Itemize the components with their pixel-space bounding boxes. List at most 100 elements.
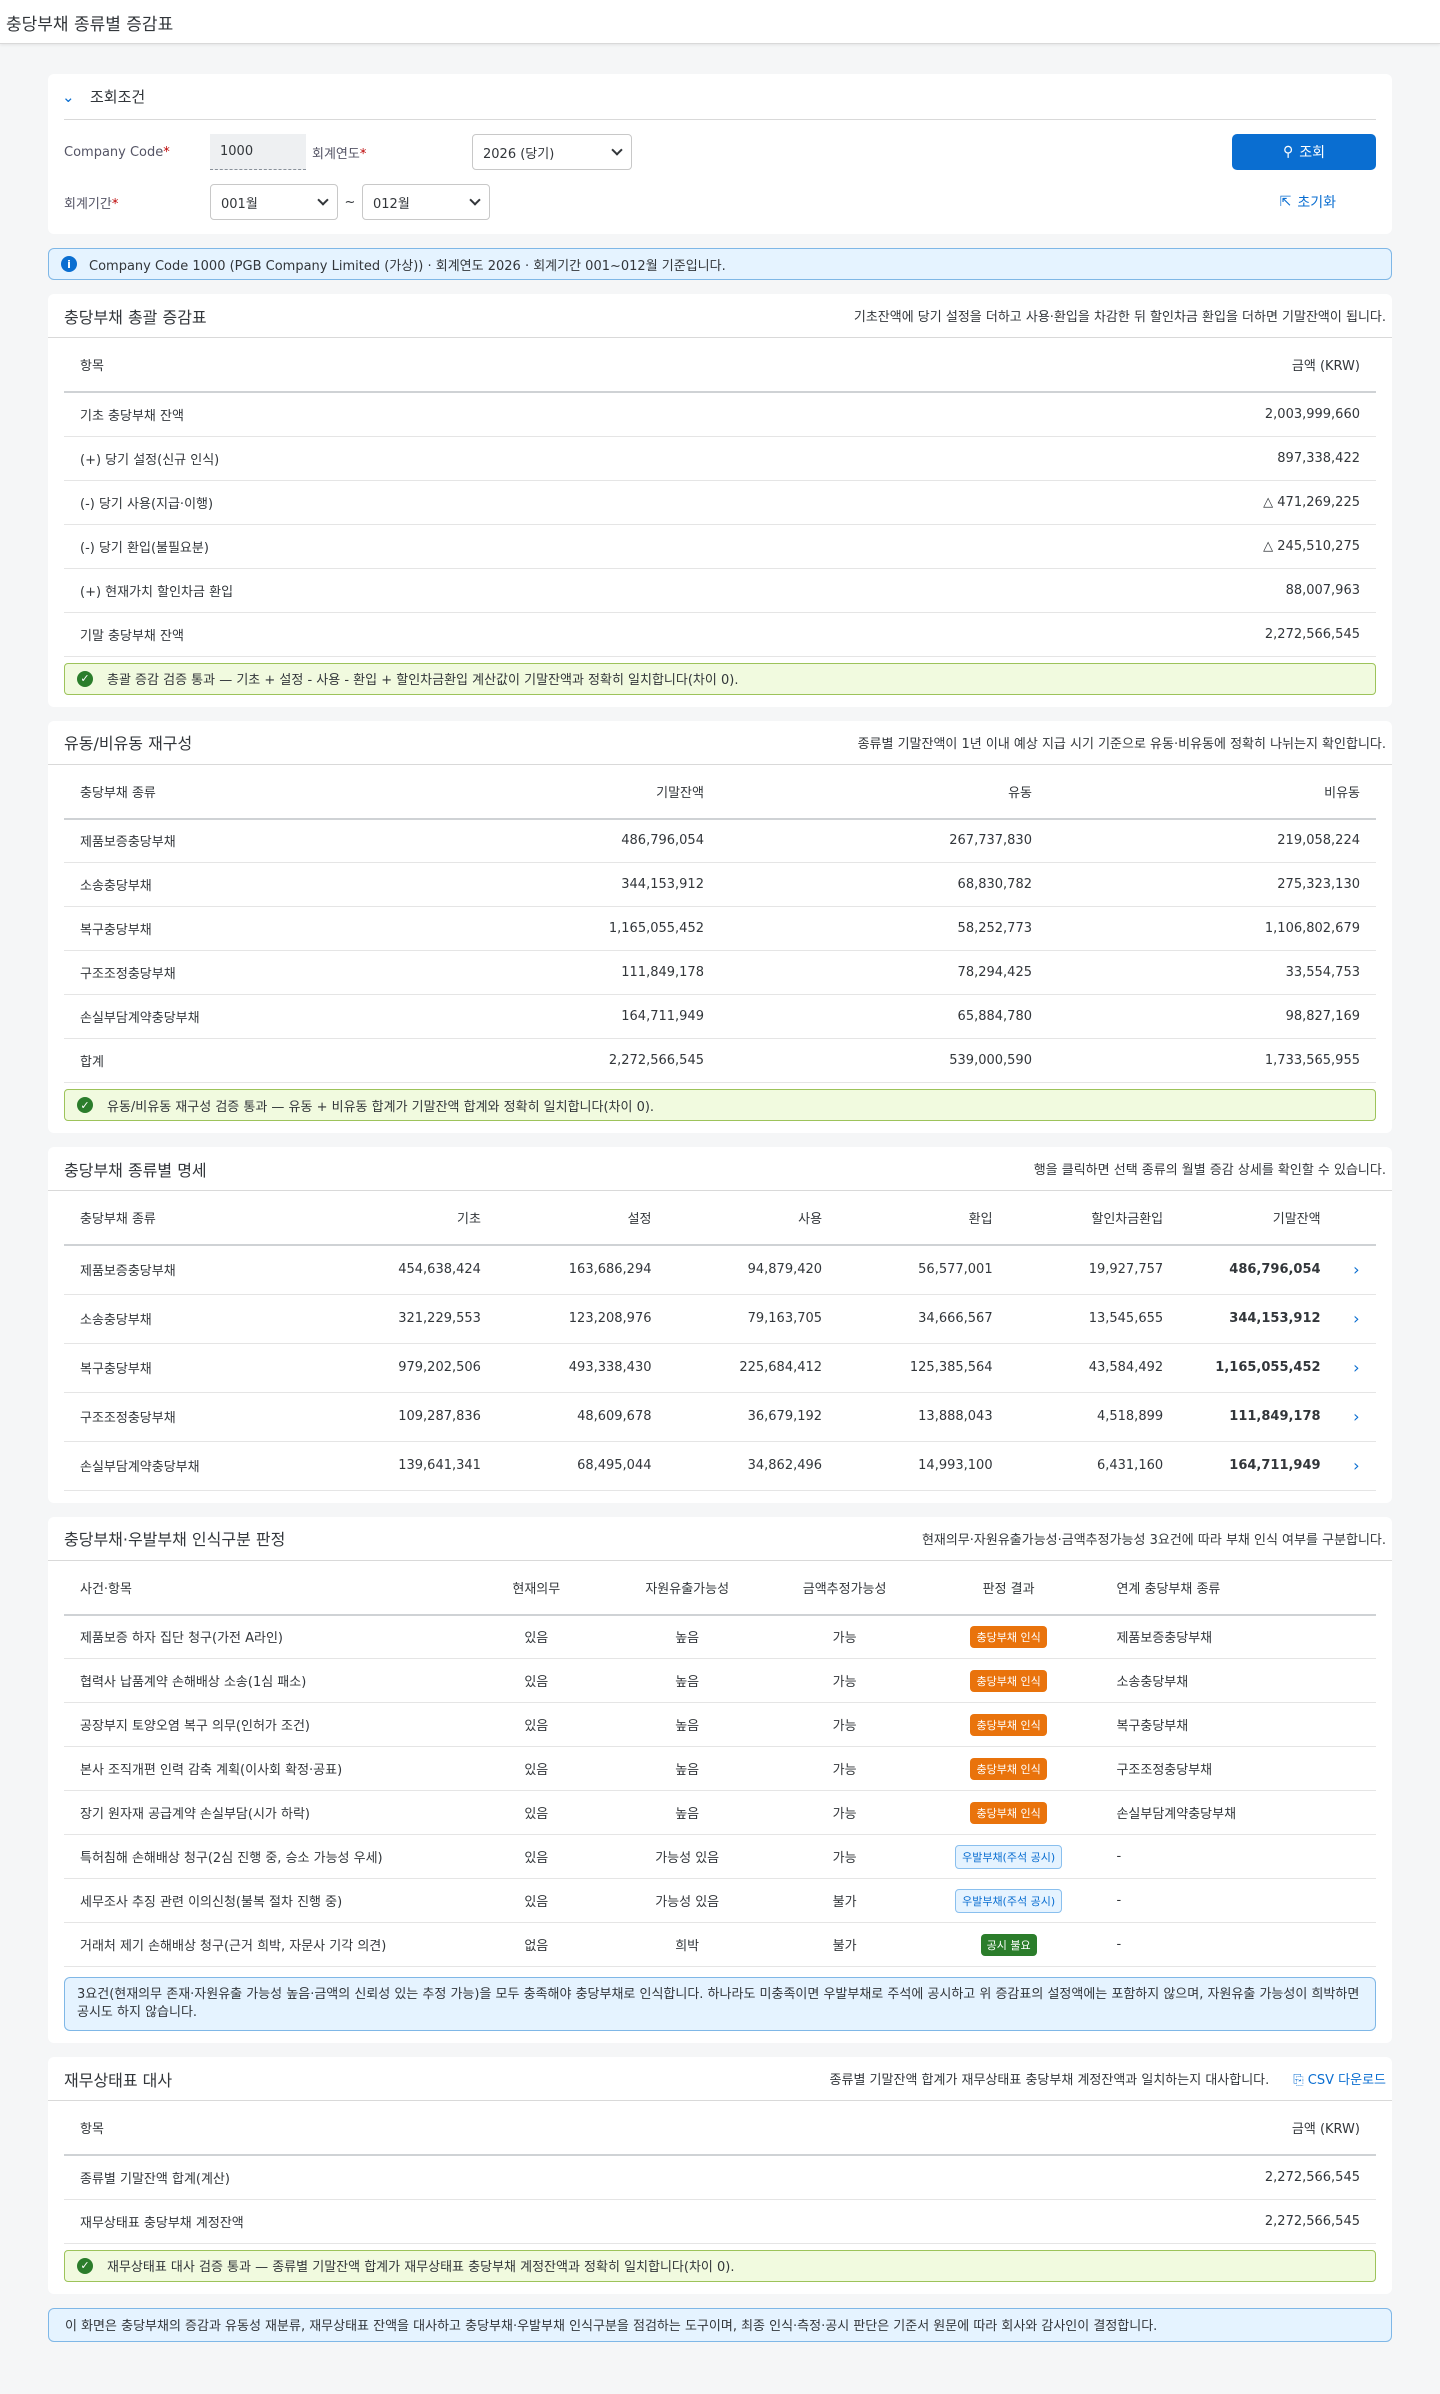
table-cell: 109,287,836 [326,1392,497,1442]
col-event: 사건·항목 [64,1560,471,1616]
info-banner: i Company Code 1000 (PGB Company Limited… [48,248,1392,280]
table-cell: 가능 [772,1746,917,1791]
chevron-right-icon[interactable]: › [1336,1343,1376,1393]
company-code-input[interactable]: 1000 [210,134,306,170]
current-card: 유동/비유동 재구성 종류별 기말잔액이 1년 이내 예상 지급 시기 기준으로… [48,720,1392,1133]
filter-header[interactable]: ⌄ 조회조건 [62,74,1376,120]
col-used: 사용 [667,1191,839,1246]
period-to-select[interactable]: 012월 [362,184,490,220]
filter-title: 조회조건 [90,88,146,106]
table-cell: 높음 [601,1614,773,1659]
status-badge: 우발부채(주석 공시) [955,1844,1063,1869]
table-row: 구조조정충당부채 111,849,178 78,294,425 33,554,753 [64,950,1376,995]
table-cell: 가능 [772,1658,917,1703]
table-row[interactable]: 소송충당부채 321,229,553 123,208,976 79,163,705 34… [64,1294,1376,1344]
table-cell: 454,638,424 [326,1245,497,1295]
table-cell: 없음 [470,1922,602,1967]
col-current: 유동 [719,764,1048,820]
table-row: 복구충당부채 1,165,055,452 58,252,773 1,106,802,6… [64,906,1376,951]
table-cell: 1,106,802,679 [1047,906,1376,951]
table-cell: 98,827,169 [1047,994,1376,1039]
detail-table: 충당부채 종류 기초 설정 사용 환입 할인차금환입 기말잔액 제품보증충당부채… [64,1191,1376,1491]
search-button[interactable]: ⚲ 조회 [1232,134,1376,170]
amount-cell: 2,003,999,660 [837,392,1376,437]
table-cell: 164,711,949 [457,994,720,1039]
table-row: (+) 현재가치 할인차금 환입 88,007,963 [64,568,1376,613]
chevron-right-icon[interactable]: › [1336,1441,1376,1491]
result-cell: 충당부채 인식 [916,1658,1101,1703]
current-check-banner: ✓ 유동/비유동 재구성 검증 통과 — 유동 + 비유동 합계가 기말잔액 합… [64,1089,1376,1121]
chevron-right-icon[interactable]: › [1336,1245,1376,1295]
table-row: 특허침해 손해배상 청구(2심 진행 중, 승소 가능성 우세) 있음 가능성 있음… [64,1834,1376,1879]
csv-download-button[interactable]: ⎘ CSV 다운로드 [1293,2069,1386,2088]
amount-cell: △ 245,510,275 [837,524,1376,569]
col-amount: 금액 (KRW) [859,2101,1376,2156]
amount-cell: 2,272,566,545 [859,2199,1376,2244]
footer-note: 이 화면은 충당부채의 증감과 유동성 재분류, 재무상태표 잔액을 대사하고 … [48,2307,1392,2342]
table-row[interactable]: 손실부담계약충당부채 139,641,341 68,495,044 34,862,49… [64,1441,1376,1491]
table-cell: 33,554,753 [1047,950,1376,995]
company-code-label: Company Code* [64,144,170,160]
table-cell: 공장부지 토양오염 복구 의무(인허가 조건) [64,1702,471,1747]
detail-title: 충당부채 종류별 명세 [64,1160,207,1180]
table-cell: 493,338,430 [496,1343,668,1393]
table-cell: 장기 원자재 공급계약 손실부담(시가 하락) [64,1790,471,1835]
table-cell: 있음 [470,1878,602,1923]
table-cell: 손실부담계약충당부채 [64,1441,327,1491]
current-table: 충당부채 종류 기말잔액 유동 비유동 제품보증충당부채 486,796,054 2… [64,764,1376,1083]
table-cell: 높음 [601,1746,773,1791]
table-cell: 65,884,780 [719,994,1048,1039]
col-type: 충당부채 종류 [64,1191,327,1246]
item-cell: (-) 당기 환입(불필요분) [64,524,838,569]
chevron-right-icon[interactable]: › [1336,1294,1376,1344]
item-cell: 기초 충당부채 잔액 [64,392,838,437]
table-cell: 가능성 있음 [601,1878,773,1923]
table-cell: 139,641,341 [326,1441,497,1491]
table-row[interactable]: 제품보증충당부채 454,638,424 163,686,294 94,879,420… [64,1245,1376,1295]
table-row: 손실부담계약충당부채 164,711,949 65,884,780 98,827,16… [64,994,1376,1039]
table-row[interactable]: 복구충당부채 979,202,506 493,338,430 225,684,412 1… [64,1343,1376,1393]
table-cell: 125,385,564 [838,1343,1009,1393]
table-cell: - [1100,1834,1376,1879]
table-row: (-) 당기 사용(지급·이행) △ 471,269,225 [64,480,1376,525]
table-cell: 제품보증충당부채 [64,818,458,863]
table-cell: 275,323,130 [1047,862,1376,907]
search-icon: ⚲ [1282,144,1294,160]
chevron-right-icon[interactable]: › [1336,1392,1376,1442]
table-cell: 구조조정충당부채 [1100,1746,1376,1791]
status-badge: 충당부채 인식 [970,1801,1047,1824]
table-cell: 79,163,705 [667,1294,839,1344]
table-cell: 구조조정충당부채 [64,950,458,995]
table-cell: 979,202,506 [326,1343,497,1393]
amount-cell: 2,272,566,545 [859,2155,1376,2200]
table-cell: - [1100,1922,1376,1967]
balance-table: 항목 금액 (KRW) 종류별 기말잔액 합계(계산) 2,272,566,545… [64,2101,1376,2244]
table-cell: 58,252,773 [719,906,1048,951]
balance-check-banner: ✓ 재무상태표 대사 검증 통과 — 종류별 기말잔액 합계가 재무상태표 충당… [64,2249,1376,2282]
table-cell: 13,888,043 [838,1392,1009,1442]
table-row[interactable]: 구조조정충당부채 109,287,836 48,609,678 36,679,192 1… [64,1392,1376,1442]
table-cell: 소송충당부채 [1100,1658,1376,1703]
col-provision: 설정 [496,1191,668,1246]
check-icon: ✓ [77,670,93,687]
status-badge: 우발부채(주석 공시) [955,1888,1063,1913]
table-cell: 4,518,899 [1008,1392,1180,1442]
reset-button[interactable]: ⇱ 초기화 [1280,192,1336,212]
table-cell: 거래처 제기 손해배상 청구(근거 희박, 자문사 기각 의견) [64,1922,471,1967]
table-cell: 1,165,055,452 [1179,1343,1337,1393]
result-cell: 충당부채 인식 [916,1702,1101,1747]
table-cell: 복구충당부채 [64,906,458,951]
fiscal-year-select[interactable]: 2026 (당기) [472,134,632,170]
table-cell: 56,577,001 [838,1245,1009,1295]
table-row: (-) 당기 환입(불필요분) △ 245,510,275 [64,524,1376,569]
col-result: 판정 결과 [916,1560,1101,1616]
page-title: 충당부채 종류별 증감표 [0,0,1440,44]
table-cell: 48,609,678 [496,1392,668,1442]
table-cell: 제품보증충당부채 [64,1245,327,1295]
period-from-select[interactable]: 001월 [210,184,338,220]
chevron-down-icon [317,194,329,206]
status-badge: 충당부채 인식 [970,1669,1047,1692]
recognition-note: 3요건(현재의무 존재·자원유출 가능성 높음·금액의 신뢰성 있는 추정 가능… [64,1977,1376,2031]
col-opening: 기초 [326,1191,497,1246]
chevron-down-icon[interactable]: ⌄ [62,88,90,106]
